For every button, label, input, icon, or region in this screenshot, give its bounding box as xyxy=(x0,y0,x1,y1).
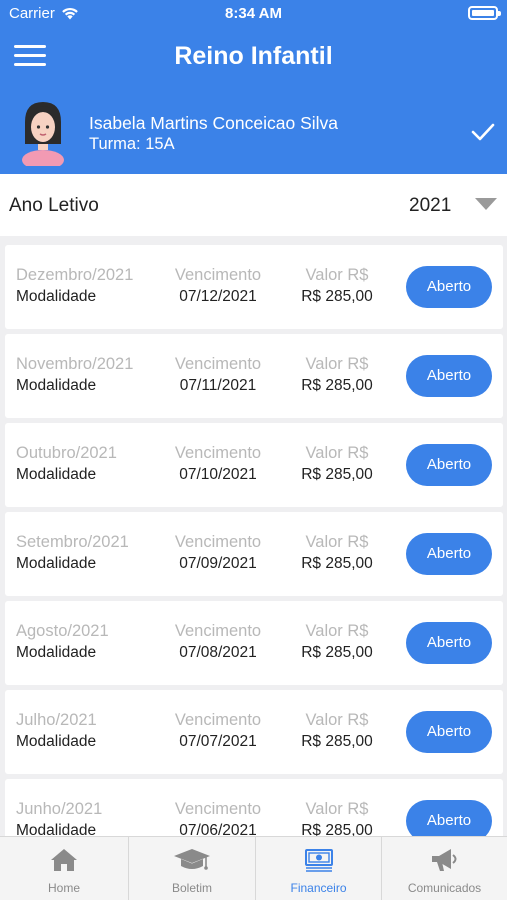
tab-label: Financeiro xyxy=(290,881,347,895)
invoice-month: Outubro/2021 xyxy=(16,444,117,462)
amount-value: R$ 285,00 xyxy=(301,822,373,836)
invoice-card: Novembro/2021 Modalidade Vencimento 07/1… xyxy=(5,334,503,418)
invoice-month: Junho/2021 xyxy=(16,800,103,818)
status-button[interactable]: Aberto xyxy=(406,533,492,575)
status-button[interactable]: Aberto xyxy=(406,800,492,836)
amount-label: Valor R$ xyxy=(305,622,369,640)
student-name: Isabela Martins Conceicao Silva xyxy=(89,113,339,133)
app-header: Carrier 8:34 AM Reino Infantil Isabela M xyxy=(0,0,507,174)
dropdown-arrow-icon[interactable] xyxy=(475,198,497,210)
status-button[interactable]: Aberto xyxy=(406,444,492,486)
modality-label: Modalidade xyxy=(16,377,97,394)
amount-value: R$ 285,00 xyxy=(301,733,373,750)
tab-bar: Home Boletim Financeiro Comunicados xyxy=(0,836,507,900)
student-class: Turma: 15A xyxy=(89,135,175,153)
invoice-card: Agosto/2021 Modalidade Vencimento 07/08/… xyxy=(5,601,503,685)
status-button[interactable]: Aberto xyxy=(406,266,492,308)
due-date-value: 07/08/2021 xyxy=(179,644,257,661)
status-bar: Carrier 8:34 AM xyxy=(0,0,507,28)
tab-label: Comunicados xyxy=(407,881,482,895)
amount-value: R$ 285,00 xyxy=(301,377,373,394)
due-date-value: 07/06/2021 xyxy=(179,822,257,836)
invoice-card: Junho/2021 Modalidade Vencimento 07/06/2… xyxy=(5,779,503,836)
school-year-filter[interactable]: Ano Letivo 2021 xyxy=(0,174,507,236)
amount-label: Valor R$ xyxy=(305,266,369,284)
due-date-value: 07/10/2021 xyxy=(179,466,257,483)
school-year-select[interactable]: 2021 xyxy=(409,195,451,217)
due-date-label: Vencimento xyxy=(174,533,262,551)
amount-value: R$ 285,00 xyxy=(301,288,373,305)
invoice-card: Julho/2021 Modalidade Vencimento 07/07/2… xyxy=(5,690,503,774)
amount-label: Valor R$ xyxy=(305,355,369,373)
megaphone-icon xyxy=(431,849,456,871)
checkmark-icon[interactable] xyxy=(471,122,495,142)
due-date-label: Vencimento xyxy=(174,355,262,373)
school-year-label: Ano Letivo xyxy=(9,195,99,216)
tab-label: Home xyxy=(47,881,80,895)
amount-label: Valor R$ xyxy=(305,711,369,729)
due-date-value: 07/11/2021 xyxy=(179,377,257,394)
amount-value: R$ 285,00 xyxy=(301,644,373,661)
modality-label: Modalidade xyxy=(16,822,97,836)
money-icon xyxy=(304,849,333,872)
amount-value: R$ 285,00 xyxy=(301,466,373,483)
modality-label: Modalidade xyxy=(16,555,97,572)
modality-label: Modalidade xyxy=(16,733,97,750)
tab-boletim[interactable]: Boletim xyxy=(129,837,255,900)
invoice-month: Dezembro/2021 xyxy=(16,266,134,284)
amount-label: Valor R$ xyxy=(305,800,369,818)
due-date-label: Vencimento xyxy=(174,266,262,284)
status-button[interactable]: Aberto xyxy=(406,711,492,753)
due-date-label: Vencimento xyxy=(174,800,262,818)
amount-label: Valor R$ xyxy=(305,533,369,551)
home-icon xyxy=(51,849,77,871)
page-title: Reino Infantil xyxy=(174,42,333,70)
invoice-month: Novembro/2021 xyxy=(16,355,134,373)
graduation-cap-icon xyxy=(174,849,210,870)
modality-label: Modalidade xyxy=(16,644,97,661)
tab-home[interactable]: Home xyxy=(0,837,128,900)
clock: 8:34 AM xyxy=(225,5,282,22)
due-date-label: Vencimento xyxy=(174,444,262,462)
status-button[interactable]: Aberto xyxy=(406,622,492,664)
modality-label: Modalidade xyxy=(16,466,97,483)
battery-icon xyxy=(468,6,501,20)
invoice-card: Outubro/2021 Modalidade Vencimento 07/10… xyxy=(5,423,503,507)
due-date-value: 07/09/2021 xyxy=(179,555,257,572)
due-date-label: Vencimento xyxy=(174,711,262,729)
due-date-value: 07/12/2021 xyxy=(179,288,257,305)
tab-label: Boletim xyxy=(171,881,212,895)
invoice-month: Julho/2021 xyxy=(16,711,97,729)
tab-financeiro[interactable]: Financeiro xyxy=(256,837,381,900)
invoice-card: Setembro/2021 Modalidade Vencimento 07/0… xyxy=(5,512,503,596)
student-selector[interactable]: Isabela Martins Conceicao Silva Turma: 1… xyxy=(0,96,507,174)
status-button[interactable]: Aberto xyxy=(406,355,492,397)
invoice-month: Agosto/2021 xyxy=(16,622,109,640)
nav-bar: Reino Infantil xyxy=(0,28,507,88)
invoice-card: Dezembro/2021 Modalidade Vencimento 07/1… xyxy=(5,245,503,329)
invoice-list[interactable]: Dezembro/2021 Modalidade Vencimento 07/1… xyxy=(0,236,507,836)
amount-value: R$ 285,00 xyxy=(301,555,373,572)
invoice-month: Setembro/2021 xyxy=(16,533,129,551)
due-date-label: Vencimento xyxy=(174,622,262,640)
tab-comunicados[interactable]: Comunicados xyxy=(382,837,507,900)
student-avatar-icon xyxy=(22,102,64,166)
amount-label: Valor R$ xyxy=(305,444,369,462)
due-date-value: 07/07/2021 xyxy=(179,733,257,750)
modality-label: Modalidade xyxy=(16,288,97,305)
